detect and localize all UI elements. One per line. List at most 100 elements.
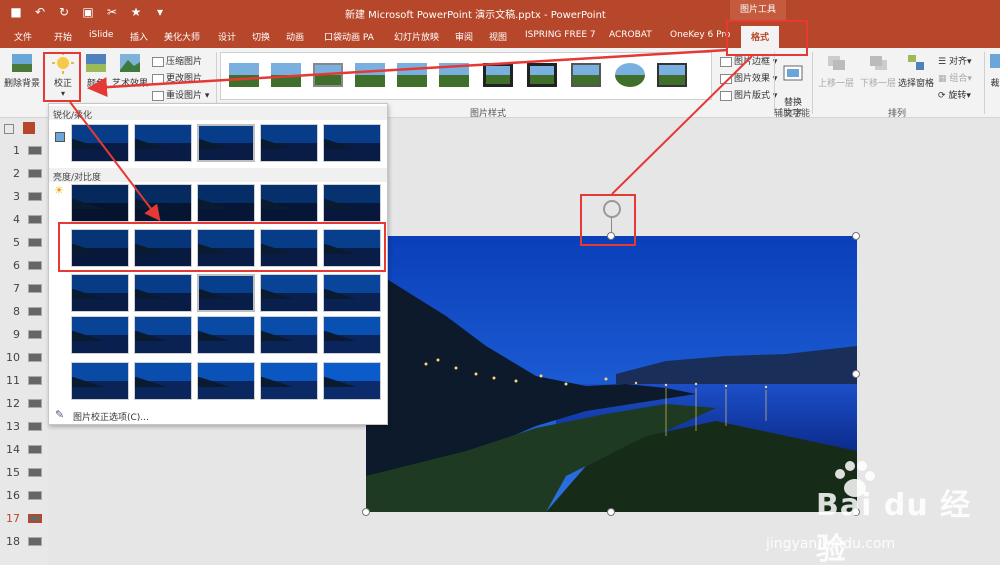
correction-preset-thumbnail[interactable] [134, 362, 192, 400]
undo-icon[interactable]: ↶ [32, 4, 48, 20]
tab-format[interactable]: 格式 [741, 26, 780, 48]
slideshow-icon[interactable]: ▣ [80, 4, 96, 20]
correction-preset-thumbnail[interactable] [323, 124, 381, 162]
resize-handle-bottom-left[interactable] [362, 508, 370, 516]
tab-design[interactable]: 设计 [218, 30, 236, 43]
customize-qat-icon[interactable]: ▾ [152, 4, 168, 20]
tools-icon[interactable]: ✂ [104, 4, 120, 20]
slide-thumbnail[interactable] [28, 284, 42, 293]
slide-thumbnail[interactable] [28, 192, 42, 201]
correction-preset-thumbnail[interactable] [260, 229, 318, 267]
tab-review[interactable]: 审阅 [455, 30, 473, 43]
rotate-button[interactable]: ⟳ 旋转▾ [938, 88, 971, 101]
bring-forward-button[interactable]: 上移一层 [816, 52, 856, 89]
align-button[interactable]: ☰ 对齐▾ [938, 54, 971, 67]
picture-effects-button[interactable]: 图片效果 ▾ [720, 71, 777, 84]
tab-onekey[interactable]: OneKey 6 Pro [670, 30, 730, 40]
correction-preset-thumbnail[interactable] [260, 362, 318, 400]
slide-thumbnail[interactable] [28, 261, 42, 270]
slide-thumbnail[interactable] [28, 146, 42, 155]
compress-pictures-button[interactable]: 压缩图片 [152, 54, 202, 67]
picture-style-5[interactable] [397, 63, 427, 87]
tab-view[interactable]: 视图 [489, 30, 507, 43]
tab-pocket-animation[interactable]: 口袋动画 PA [324, 30, 374, 43]
slide-thumbnail[interactable] [28, 491, 42, 500]
slide-thumbnail[interactable] [28, 238, 42, 247]
slide-thumbnail[interactable] [28, 468, 42, 477]
slide-thumbnail[interactable] [28, 514, 42, 523]
correction-preset-thumbnail[interactable] [260, 316, 318, 354]
picture-style-11[interactable] [657, 63, 687, 87]
slide-thumbnail[interactable] [28, 376, 42, 385]
correction-preset-thumbnail[interactable] [71, 124, 129, 162]
selection-pane-button[interactable]: 选择窗格 [896, 52, 936, 89]
slide-thumbnail[interactable] [28, 422, 42, 431]
slide-thumbnail[interactable] [28, 537, 42, 546]
correction-preset-thumbnail[interactable] [323, 184, 381, 222]
star-icon[interactable]: ★ [128, 4, 144, 20]
correction-preset-thumbnail[interactable] [323, 229, 381, 267]
reset-picture-button[interactable]: 重设图片 ▾ [152, 88, 209, 101]
correction-preset-thumbnail[interactable] [197, 184, 255, 222]
correction-preset-thumbnail[interactable] [260, 274, 318, 312]
remove-background-button[interactable]: 删除背景 [4, 52, 40, 89]
tab-meihua[interactable]: 美化大师 [164, 30, 200, 43]
color-button[interactable]: 颜色 [84, 52, 108, 89]
rotate-handle[interactable] [603, 200, 621, 218]
artistic-effects-button[interactable]: 艺术效果 [112, 52, 148, 89]
picture-style-7[interactable] [483, 63, 513, 87]
correction-preset-thumbnail[interactable] [197, 362, 255, 400]
resize-handle-top[interactable] [607, 232, 615, 240]
outline-icon[interactable] [4, 124, 14, 134]
tab-ispring[interactable]: ISPRING FREE 7 [525, 30, 596, 40]
correction-preset-thumbnail[interactable] [260, 184, 318, 222]
correction-preset-thumbnail[interactable] [260, 124, 318, 162]
redo-icon[interactable]: ↻ [56, 4, 72, 20]
slides-icon[interactable] [22, 122, 35, 134]
correction-preset-thumbnail[interactable] [71, 229, 129, 267]
group-button[interactable]: ▦ 组合▾ [938, 71, 972, 84]
correction-preset-thumbnail[interactable] [71, 362, 129, 400]
slide-thumbnail[interactable] [28, 307, 42, 316]
picture-style-3[interactable] [313, 63, 343, 87]
resize-handle-top-right[interactable] [852, 232, 860, 240]
correction-preset-thumbnail[interactable] [197, 229, 255, 267]
correction-preset-thumbnail[interactable] [134, 229, 192, 267]
tab-islide[interactable]: iSlide [89, 30, 113, 40]
tab-file[interactable]: 文件 [14, 30, 32, 43]
save-icon[interactable]: ■ [8, 4, 24, 20]
picture-styles-gallery[interactable] [220, 52, 712, 100]
correction-preset-thumbnail[interactable] [134, 184, 192, 222]
correction-preset-thumbnail[interactable] [323, 274, 381, 312]
picture-style-9[interactable] [571, 63, 601, 87]
resize-handle-bottom[interactable] [607, 508, 615, 516]
slide-thumbnail[interactable] [28, 399, 42, 408]
correction-preset-thumbnail[interactable] [71, 184, 129, 222]
correction-preset-thumbnail[interactable] [197, 274, 255, 312]
change-picture-button[interactable]: 更改图片 [152, 71, 202, 84]
slide-thumbnail[interactable] [28, 445, 42, 454]
picture-style-2[interactable] [271, 63, 301, 87]
tab-insert[interactable]: 插入 [130, 30, 148, 43]
correction-preset-thumbnail[interactable] [134, 274, 192, 312]
correction-preset-thumbnail[interactable] [71, 274, 129, 312]
correction-preset-thumbnail[interactable] [134, 124, 192, 162]
correction-preset-thumbnail[interactable] [134, 316, 192, 354]
picture-style-8[interactable] [527, 63, 557, 87]
picture-style-6[interactable] [439, 63, 469, 87]
correction-preset-thumbnail[interactable] [197, 316, 255, 354]
picture-style-1[interactable] [229, 63, 259, 87]
slide-thumbnail[interactable] [28, 330, 42, 339]
tab-animations[interactable]: 动画 [286, 30, 304, 43]
picture-style-10[interactable] [615, 63, 645, 87]
picture-layout-button[interactable]: 图片版式 ▾ [720, 88, 777, 101]
slide-thumbnail[interactable] [28, 215, 42, 224]
correction-preset-thumbnail[interactable] [71, 316, 129, 354]
picture-border-button[interactable]: 图片边框 ▾ [720, 54, 777, 67]
send-backward-button[interactable]: 下移一层 [858, 52, 898, 89]
picture-style-4[interactable] [355, 63, 385, 87]
picture-corrections-options-link[interactable]: ✎ 图片校正选项(C)... [49, 406, 387, 424]
correction-preset-thumbnail[interactable] [323, 316, 381, 354]
tab-transitions[interactable]: 切换 [252, 30, 270, 43]
resize-handle-right[interactable] [852, 370, 860, 378]
